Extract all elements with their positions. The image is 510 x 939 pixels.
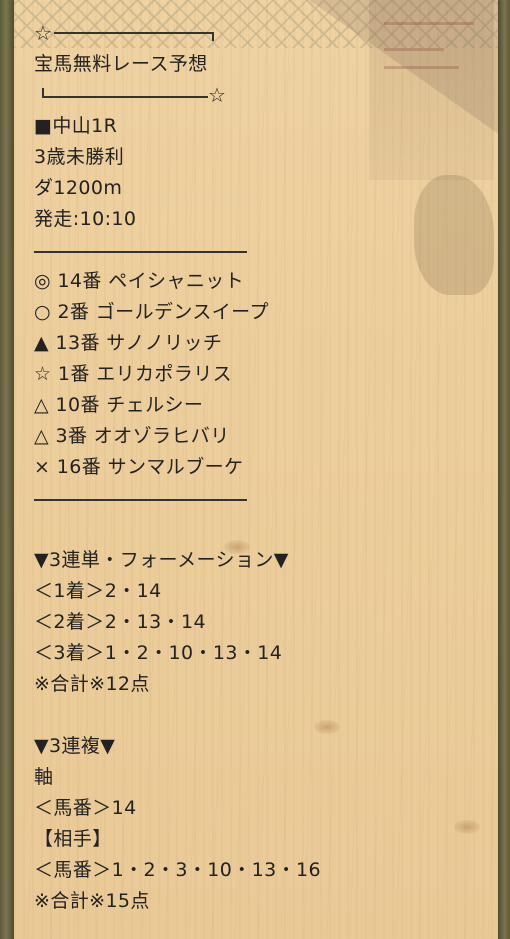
trifecta-line: ＜1着＞2・14 [34,580,162,602]
pick-horse: 3番 オオゾラヒバリ [55,425,230,447]
pick-horse: 1番 エリカポラリス [57,363,233,385]
pick-row: × 16番 サンマルブーケ [34,452,321,483]
wood-panel: ☆ 宝馬無料レース予想 ☆ ■中山1R 3歳未勝利 ダ1200m 発走:10:1… [14,0,498,939]
pick-horse: 2番 ゴールデンスイープ [57,301,269,323]
race-venue: ■中山1R [34,115,118,137]
trio-partners: ＜馬番＞1・2・3・10・13・16 [34,859,321,881]
race-class: 3歳未勝利 [34,146,125,168]
left-frame [0,0,14,939]
pick-mark: ☆ [34,363,52,385]
title-bottom-decoration: ☆ [34,80,321,111]
pick-horse: 16番 サンマルブーケ [56,456,244,478]
pick-row: △ 10番 チェルシー [34,390,321,421]
trifecta-line: ＜3着＞1・2・10・13・14 [34,642,283,664]
pick-mark: ○ [34,301,51,323]
pick-row: ☆ 1番 エリカポラリス [34,359,321,390]
pick-row: ◎ 14番 ペイシャニット [34,266,321,297]
star-icon: ☆ [34,21,53,45]
pick-mark: ◎ [34,270,51,292]
pick-mark: × [34,456,51,478]
pick-horse: 13番 サノノリッチ [55,332,223,354]
pick-horse: 14番 ペイシャニット [57,270,245,292]
separator [34,483,321,514]
page-title: 宝馬無料レース予想 [34,53,208,75]
pick-row: ▲ 13番 サノノリッチ [34,328,321,359]
decoration-line [54,32,214,34]
pick-horse: 10番 チェルシー [55,394,204,416]
pick-mark: △ [34,425,50,447]
decoration-line [42,96,208,98]
star-icon: ☆ [208,83,227,107]
pick-mark: ▲ [34,332,50,354]
race-start-time: 発走:10:10 [34,208,137,230]
pick-mark: △ [34,394,50,416]
trifecta-total: ※合計※12点 [34,673,150,695]
title-top-decoration: ☆ [34,18,321,49]
trio-axis: ＜馬番＞14 [34,797,137,819]
separator [34,235,321,266]
photo-line [384,66,459,69]
trio-partner-label: 【相手】 [34,828,112,850]
background-rock [414,175,494,295]
photo-line [384,22,474,25]
right-frame [498,0,510,939]
trifecta-heading: ▼3連単・フォーメーション▼ [34,549,289,571]
trio-heading: ▼3連複▼ [34,735,116,757]
pick-row: △ 3番 オオゾラヒバリ [34,421,321,452]
pick-row: ○ 2番 ゴールデンスイープ [34,297,321,328]
wood-knot [454,820,480,834]
trifecta-line: ＜2着＞2・13・14 [34,611,206,633]
photo-line [384,48,444,51]
decoration-tick [212,32,214,41]
race-course: ダ1200m [34,177,123,199]
article-body: ☆ 宝馬無料レース予想 ☆ ■中山1R 3歳未勝利 ダ1200m 発走:10:1… [34,18,321,917]
trio-total: ※合計※15点 [34,890,150,912]
trio-axis-label: 軸 [34,766,54,788]
background-photo [369,0,494,180]
